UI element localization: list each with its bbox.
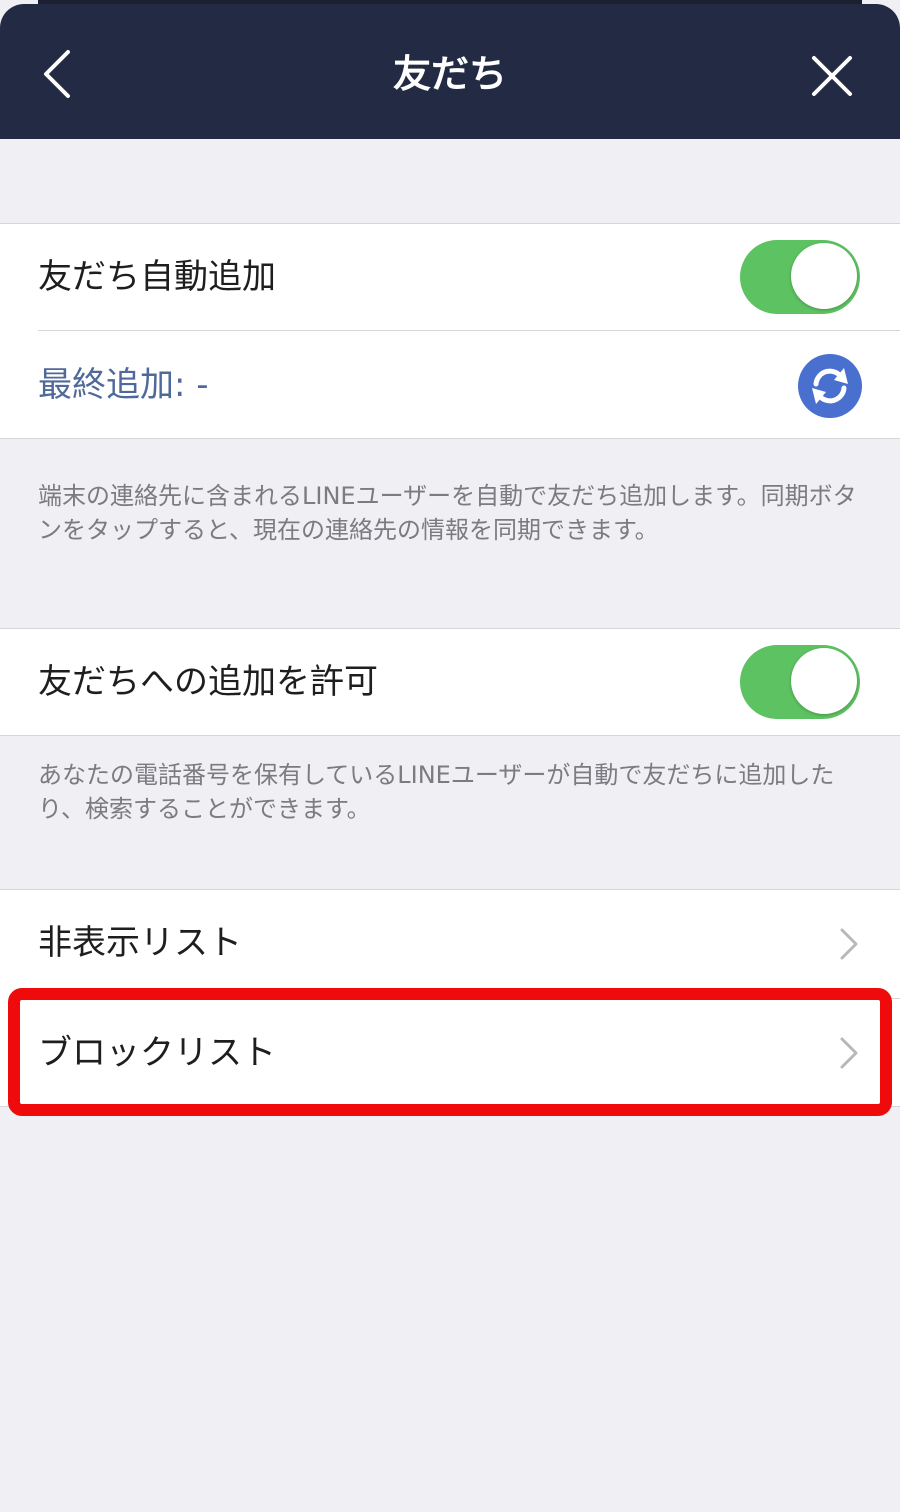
hidden-list-row[interactable]: 非表示リスト <box>0 890 900 996</box>
last-added-row: 最終追加: - <box>0 332 900 438</box>
block-list-label: ブロックリスト <box>38 1033 276 1073</box>
auto-add-note: 端末の連絡先に含まれるLINEユーザーを自動で友だち追加します。同期ボタンをタッ… <box>38 482 857 544</box>
last-added-label: 最終追加: - <box>38 365 209 405</box>
allow-add-toggle[interactable] <box>740 645 860 719</box>
toggle-knob <box>791 648 857 714</box>
hidden-list-label: 非表示リスト <box>38 923 242 963</box>
toggle-knob <box>791 243 857 309</box>
auto-add-row: 友だち自動追加 <box>0 224 900 330</box>
page-title: 友だち <box>392 52 507 96</box>
allow-add-label: 友だちへの追加を許可 <box>38 662 378 702</box>
row-divider <box>38 998 900 999</box>
auto-add-toggle[interactable] <box>740 240 860 314</box>
chevron-right-icon <box>840 928 858 960</box>
lists-section: 非表示リスト ブロックリスト <box>0 889 900 1107</box>
close-button[interactable] <box>800 44 864 108</box>
allow-add-section: 友だちへの追加を許可 <box>0 628 900 736</box>
allow-add-row: 友だちへの追加を許可 <box>0 629 900 735</box>
allow-add-note: あなたの電話番号を保有しているLINEユーザーが自動で友だちに追加したり、検索す… <box>38 761 835 823</box>
block-list-row[interactable]: ブロックリスト <box>0 1000 900 1106</box>
nav-header: 友だち <box>0 4 900 139</box>
chevron-right-icon <box>840 1037 858 1069</box>
sync-icon <box>812 368 848 404</box>
sync-button[interactable] <box>798 354 862 418</box>
auto-add-label: 友だち自動追加 <box>38 257 276 297</box>
close-icon <box>812 56 852 96</box>
row-divider <box>38 330 900 331</box>
auto-add-section: 友だち自動追加 最終追加: - <box>0 223 900 439</box>
